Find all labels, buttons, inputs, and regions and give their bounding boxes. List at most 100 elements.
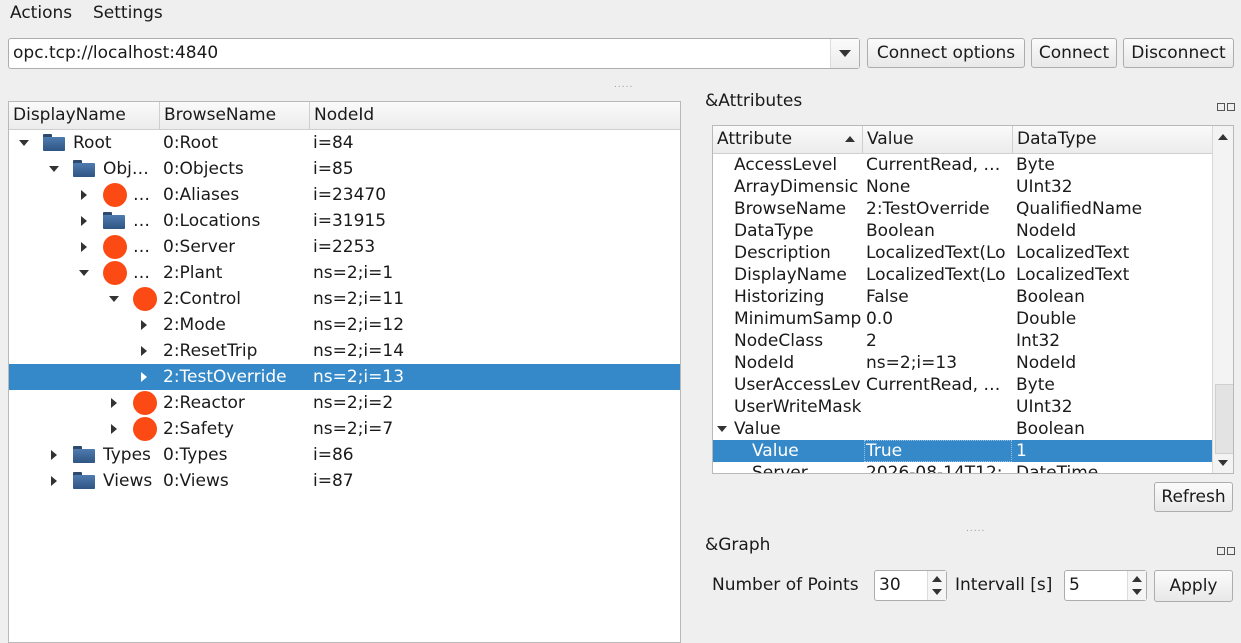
attribute-row[interactable]: AccessLevel CurrentRead, … Byte (713, 154, 1213, 176)
connect-options-button[interactable]: Connect options (867, 38, 1025, 68)
attribute-row[interactable]: ArrayDimensic None UInt32 (713, 176, 1213, 198)
tree-row[interactable]: 2:Mode ns=2;i=12 (9, 312, 680, 338)
interval-stepper[interactable] (1127, 571, 1146, 600)
collapse-arrow-icon[interactable] (81, 190, 87, 200)
scrollbar-thumb[interactable] (1215, 384, 1233, 454)
splitter-grip[interactable]: ..... (614, 80, 633, 90)
attribute-value-cell: ns=2;i=13 (866, 353, 958, 373)
tree-row[interactable]: 2:Safety ns=2;i=7 (9, 416, 680, 442)
attribute-datatype-cell: LocalizedText (1016, 265, 1130, 285)
tree-row[interactable]: Root 0:Root i=84 (9, 130, 680, 156)
points-stepper[interactable] (927, 571, 946, 600)
server-url-combobox[interactable]: opc.tcp://localhost:4840 (8, 38, 860, 69)
float-icon[interactable] (1217, 547, 1225, 555)
column-header-value[interactable]: Value (863, 126, 1013, 154)
collapse-arrow-icon[interactable] (141, 346, 147, 356)
interval-value[interactable]: 5 (1069, 575, 1080, 595)
expand-arrow-icon[interactable] (19, 140, 29, 146)
tree-row[interactable]: 2:ResetTrip ns=2;i=14 (9, 338, 680, 364)
server-url-text[interactable]: opc.tcp://localhost:4840 (13, 43, 218, 63)
apply-button[interactable]: Apply (1154, 570, 1233, 602)
attribute-name-cell: NodeId (734, 353, 795, 373)
tree-row[interactable]: … 0:Aliases i=23470 (9, 182, 680, 208)
attributes-table[interactable]: Attribute Value DataType AccessLevel Curr… (712, 125, 1234, 474)
column-header-attribute-label: Attribute (717, 129, 793, 149)
column-header-browsename[interactable]: BrowseName (160, 102, 310, 130)
column-header-nodeid[interactable]: NodeId (310, 102, 680, 130)
connect-button[interactable]: Connect (1031, 38, 1117, 68)
combo-dropdown-button[interactable] (830, 39, 859, 68)
expand-arrow-icon[interactable] (79, 270, 89, 276)
attribute-name-cell: DisplayName (734, 265, 847, 285)
expand-arrow-icon[interactable] (717, 426, 727, 432)
browse-name-cell: 2:TestOverride (163, 367, 287, 387)
close-icon[interactable] (1227, 547, 1235, 555)
scroll-up-icon[interactable] (1218, 134, 1228, 140)
tree-row[interactable]: … 2:Plant ns=2;i=1 (9, 260, 680, 286)
collapse-arrow-icon[interactable] (81, 216, 87, 226)
scroll-down-icon[interactable] (1218, 460, 1228, 466)
attribute-name-cell: Description (734, 243, 831, 263)
collapse-arrow-icon[interactable] (111, 398, 117, 408)
points-value[interactable]: 30 (879, 575, 901, 595)
attribute-row[interactable]: DisplayName LocalizedText(Lo LocalizedText (713, 264, 1213, 286)
attribute-value-cell: LocalizedText(Lo (866, 243, 1006, 263)
tree-row[interactable]: Obj… 0:Objects i=85 (9, 156, 680, 182)
attribute-row[interactable]: Value True 1 (713, 440, 1213, 462)
attribute-row[interactable]: Value Boolean (713, 418, 1213, 440)
attribute-row[interactable]: MinimumSamp 0.0 Double (713, 308, 1213, 330)
collapse-arrow-icon[interactable] (51, 476, 57, 486)
collapse-arrow-icon[interactable] (141, 372, 147, 382)
collapse-arrow-icon[interactable] (141, 320, 147, 330)
attribute-row[interactable]: Historizing False Boolean (713, 286, 1213, 308)
attribute-row[interactable]: DataType Boolean NodeId (713, 220, 1213, 242)
attributes-scrollbar[interactable] (1212, 126, 1233, 473)
increment-icon[interactable] (1132, 576, 1142, 582)
browse-name-cell: 2:Plant (163, 263, 223, 283)
address-space-tree[interactable]: DisplayName BrowseName NodeId Root 0:Root… (8, 101, 681, 643)
chevron-down-icon (839, 50, 851, 57)
attribute-value-cell: 0.0 (866, 309, 894, 329)
disconnect-button[interactable]: Disconnect (1123, 38, 1234, 68)
attribute-row[interactable]: UserWriteMask UInt32 (713, 396, 1213, 418)
expand-arrow-icon[interactable] (109, 296, 119, 302)
collapse-arrow-icon[interactable] (111, 424, 117, 434)
decrement-icon[interactable] (932, 589, 942, 595)
column-header-attribute[interactable]: Attribute (713, 126, 863, 154)
value-editor-cell[interactable] (864, 440, 1012, 462)
column-header-datatype[interactable]: DataType (1013, 126, 1213, 154)
folder-icon (73, 160, 95, 177)
tree-row[interactable]: 2:Control ns=2;i=11 (9, 286, 680, 312)
decrement-icon[interactable] (1132, 589, 1142, 595)
close-icon[interactable] (1227, 103, 1235, 111)
interval-label: Intervall [s] (955, 575, 1053, 595)
collapse-arrow-icon[interactable] (51, 450, 57, 460)
attribute-row[interactable]: UserAccessLev CurrentRead, … Byte (713, 374, 1213, 396)
attribute-row[interactable]: BrowseName 2:TestOverride QualifiedName (713, 198, 1213, 220)
tree-row[interactable]: … 0:Server i=2253 (9, 234, 680, 260)
browse-name-cell: 2:Control (163, 289, 241, 309)
points-spinbox[interactable]: 30 (874, 570, 947, 601)
tree-row[interactable]: Views 0:Views i=87 (9, 468, 680, 494)
attribute-row[interactable]: NodeId ns=2;i=13 NodeId (713, 352, 1213, 374)
column-header-displayname[interactable]: DisplayName (9, 102, 160, 130)
attribute-row[interactable]: NodeClass 2 Int32 (713, 330, 1213, 352)
menu-actions[interactable]: Actions (10, 3, 72, 23)
tree-row[interactable]: 2:TestOverride ns=2;i=13 (9, 364, 680, 390)
attribute-name-cell: AccessLevel (734, 155, 838, 175)
interval-spinbox[interactable]: 5 (1064, 570, 1147, 601)
tree-row[interactable]: Types 0:Types i=86 (9, 442, 680, 468)
expand-arrow-icon[interactable] (49, 166, 59, 172)
node-id-cell: i=23470 (313, 185, 387, 205)
dock-splitter-grip[interactable]: ..... (966, 524, 985, 534)
attribute-row[interactable]: Description LocalizedText(Lo LocalizedText (713, 242, 1213, 264)
attribute-row[interactable]: Server 2026-08-14T12: DateTime (713, 462, 1213, 473)
folder-icon (73, 446, 95, 463)
float-icon[interactable] (1217, 103, 1225, 111)
tree-row[interactable]: … 0:Locations i=31915 (9, 208, 680, 234)
increment-icon[interactable] (932, 576, 942, 582)
menu-settings[interactable]: Settings (93, 3, 163, 23)
collapse-arrow-icon[interactable] (81, 242, 87, 252)
tree-row[interactable]: 2:Reactor ns=2;i=2 (9, 390, 680, 416)
refresh-button[interactable]: Refresh (1154, 482, 1233, 512)
